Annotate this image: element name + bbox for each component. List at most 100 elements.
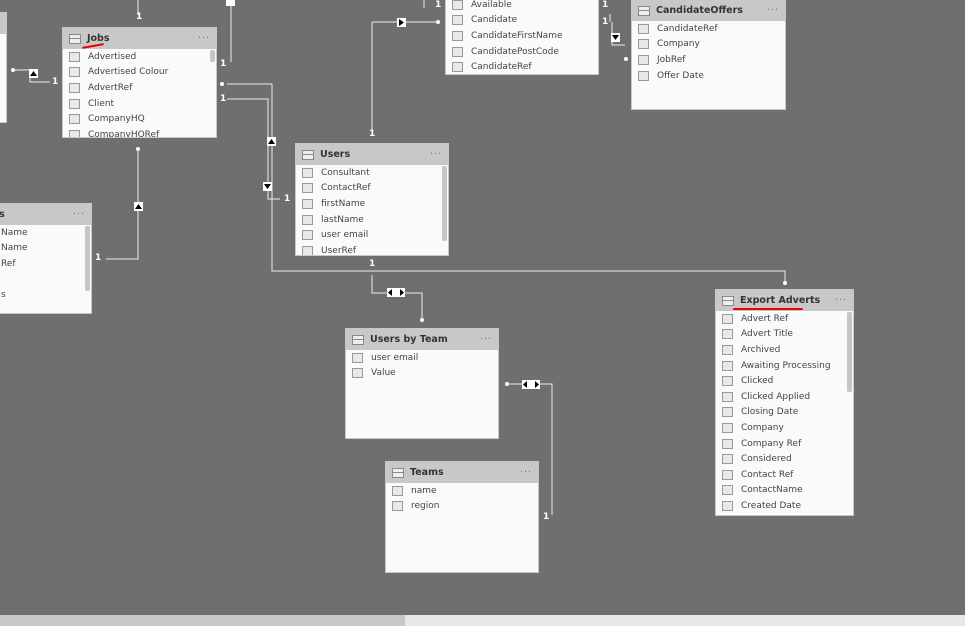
field-row[interactable]: CompanyHQRef	[63, 127, 216, 138]
table-candidate-offers[interactable]: CandidateOffers ··· CandidateRef Company …	[631, 0, 786, 110]
cardinality-label: 1	[136, 12, 143, 22]
field-row[interactable]: Awaiting Processing	[716, 358, 853, 374]
red-annotation	[733, 308, 803, 310]
field-row[interactable]: CandidatePostCode	[446, 44, 598, 60]
field-name: Clicked	[741, 376, 774, 387]
field-name: lastName	[321, 214, 364, 225]
more-options-button[interactable]: ···	[198, 33, 210, 44]
field-name: AdvertRef	[88, 82, 133, 93]
table-left-bottom[interactable]: s ··· Name Name Ref s	[0, 203, 92, 314]
scrollbar[interactable]	[442, 166, 447, 241]
field-row[interactable]: Advertised Colour	[63, 65, 216, 81]
cardinality-label: 1	[602, 0, 609, 10]
horizontal-scrollbar[interactable]	[0, 615, 965, 626]
table-title: Teams	[410, 467, 444, 478]
scrollbar[interactable]	[85, 226, 90, 291]
field-row[interactable]: Name	[0, 225, 91, 241]
field-row[interactable]: Considered	[716, 451, 853, 467]
field-icon	[452, 0, 463, 10]
table-teams[interactable]: Teams ··· name region	[385, 461, 539, 573]
cardinality-label: 1	[543, 512, 550, 522]
field-name: CompanyHQRef	[88, 129, 160, 138]
more-options-button[interactable]: ···	[480, 334, 492, 345]
field-row[interactable]: AdvertRef	[63, 80, 216, 96]
field-icon	[352, 352, 363, 363]
field-row[interactable]: CandidateRef	[446, 59, 598, 74]
table-candidate[interactable]: Available Candidate CandidateFirstName C…	[445, 0, 599, 75]
field-row[interactable]: s	[0, 287, 91, 303]
field-row[interactable]: Offer Date	[632, 68, 785, 84]
field-row[interactable]: Name	[0, 241, 91, 257]
table-icon	[302, 149, 314, 160]
field-row[interactable]: ContactName	[716, 483, 853, 499]
table-export-adverts[interactable]: Export Adverts ··· Advert Ref Advert Title…	[715, 289, 854, 516]
field-row[interactable]: lastName	[296, 212, 448, 228]
field-row[interactable]: CompanyHQ	[63, 111, 216, 127]
field-row[interactable]: CandidateRef	[632, 21, 785, 37]
field-row[interactable]: ContactRef	[296, 181, 448, 197]
field-icon	[302, 198, 313, 209]
field-name: Value	[371, 368, 396, 379]
field-row[interactable]: Client	[63, 96, 216, 112]
cardinality-label: 1	[602, 17, 609, 27]
field-row[interactable]: Consultant	[296, 165, 448, 181]
table-jobs[interactable]: Jobs ··· Advertised Advertised Colour Adv…	[62, 27, 217, 138]
field-row[interactable]: Advert Ref	[716, 311, 853, 327]
field-name: CandidatePostCode	[471, 46, 559, 57]
field-row[interactable]: Archived	[716, 342, 853, 358]
scrollbar-thumb[interactable]	[0, 615, 406, 626]
field-row[interactable]: UserRef	[296, 243, 448, 255]
table-icon	[392, 467, 404, 478]
field-icon	[392, 485, 403, 496]
more-options-button[interactable]: ···	[520, 467, 532, 478]
field-name: Client	[88, 98, 115, 109]
field-row[interactable]: region	[386, 499, 538, 515]
field-icon	[69, 98, 80, 109]
field-row[interactable]: Contact Ref	[716, 467, 853, 483]
table-icon	[722, 295, 734, 306]
field-icon	[302, 183, 313, 194]
field-icon	[722, 391, 733, 402]
field-icon	[352, 368, 363, 379]
more-options-button[interactable]: ···	[73, 209, 85, 220]
more-options-button[interactable]: ···	[835, 295, 847, 306]
field-name: Archived	[741, 344, 781, 355]
field-row[interactable]	[0, 272, 91, 288]
field-row[interactable]: user email	[296, 227, 448, 243]
field-name: Consultant	[321, 167, 370, 178]
field-icon	[638, 70, 649, 81]
field-row[interactable]: Closing Date	[716, 405, 853, 421]
field-row[interactable]: CandidateFirstName	[446, 28, 598, 44]
field-row[interactable]: Company	[716, 420, 853, 436]
table-left-top[interactable]	[0, 12, 7, 123]
field-name: Contact Ref	[741, 469, 794, 480]
field-row[interactable]: Created Date	[716, 498, 853, 514]
field-row[interactable]: Company Ref	[716, 436, 853, 452]
field-icon	[722, 454, 733, 465]
cardinality-label: 1	[220, 59, 227, 69]
scrollbar[interactable]	[210, 50, 215, 62]
field-row[interactable]: JobRef	[632, 52, 785, 68]
field-row[interactable]: Ref	[0, 256, 91, 272]
table-users[interactable]: Users ··· Consultant ContactRef firstName…	[295, 143, 449, 256]
more-options-button[interactable]: ···	[430, 149, 442, 160]
field-row[interactable]: Clicked Applied	[716, 389, 853, 405]
table-users-by-team[interactable]: Users by Team ··· user email Value	[345, 328, 499, 439]
field-row[interactable]: firstName	[296, 196, 448, 212]
field-row[interactable]: Candidate	[446, 13, 598, 29]
field-row[interactable]: Clicked	[716, 373, 853, 389]
cardinality-label: 1	[369, 259, 376, 269]
more-options-button[interactable]: ···	[767, 5, 779, 16]
field-icon	[638, 54, 649, 65]
field-row[interactable]: Advert Title	[716, 327, 853, 343]
field-row[interactable]: user email	[346, 350, 498, 366]
scrollbar[interactable]	[847, 312, 852, 392]
field-icon	[638, 39, 649, 50]
field-row[interactable]: Company	[632, 37, 785, 53]
field-row[interactable]: Available	[446, 0, 598, 13]
field-name: Company	[657, 39, 700, 50]
field-row[interactable]: Value	[346, 366, 498, 382]
field-row[interactable]: name	[386, 483, 538, 499]
field-row[interactable]: Advertised	[63, 49, 216, 65]
field-name: Name	[1, 227, 28, 238]
